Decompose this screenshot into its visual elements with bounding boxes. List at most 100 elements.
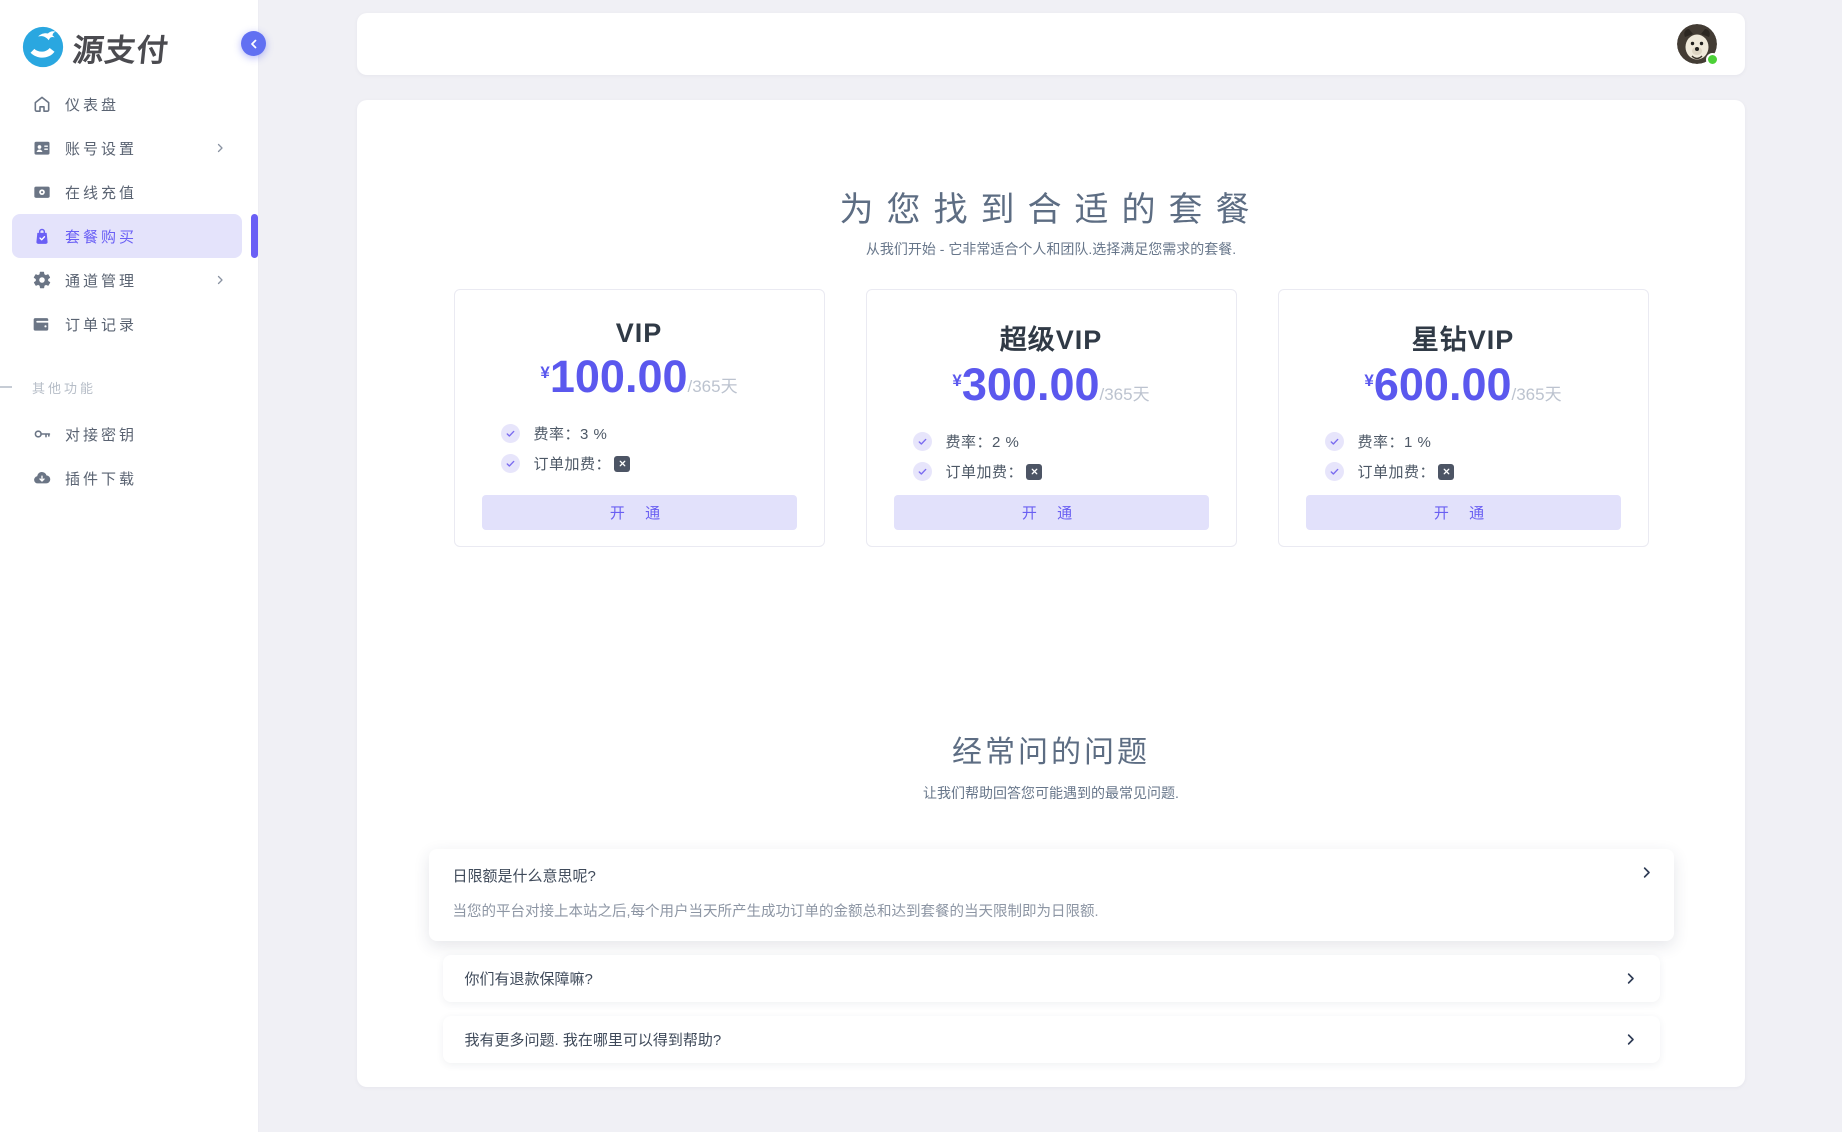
chevron-right-icon [1639, 865, 1654, 880]
online-status-dot [1706, 53, 1719, 66]
feature-label: 费率：1 % [1357, 434, 1432, 451]
plan-name: 超级VIP [999, 325, 1103, 355]
sidebar-item-label: 通道管理 [65, 272, 138, 290]
chevron-right-icon [214, 274, 226, 286]
check-circle [912, 432, 932, 451]
sidebar-item-extra-1[interactable]: 插件下载 [12, 456, 242, 500]
check-icon [917, 466, 928, 477]
sidebar-item-label: 对接密钥 [65, 426, 138, 444]
pricing-plans: VIP ¥100.00/365天 费率：3 % 订单加费：开 通超级VIP ¥300.0… [357, 289, 1745, 547]
feature-label: 费率：3 % [533, 426, 608, 443]
plan-name: 星钻VIP [1411, 325, 1515, 355]
faq-question: 日限额是什么意思呢? [452, 868, 596, 885]
sidebar-item-main-0[interactable]: 仪表盘 [12, 82, 242, 126]
plan-period: /365天 [1511, 385, 1562, 404]
recharge-icon [32, 182, 52, 202]
plan-features: 费率：3 % 订单加费： [500, 423, 824, 474]
x-icon [1030, 467, 1039, 476]
feature-label: 费率：2 % [945, 434, 1020, 451]
faq-question: 你们有退款保障嘛? [464, 971, 593, 988]
chevron-right-icon [1623, 971, 1638, 986]
sidebar-item-label: 账号设置 [65, 140, 138, 158]
sidebar-item-label: 套餐购买 [65, 228, 138, 246]
sidebar-item-main-1[interactable]: 账号设置 [12, 126, 242, 170]
sidebar-menu: 仪表盘账号设置在线充值套餐购买通道管理订单记录其他功能对接密钥插件下载 [0, 82, 258, 500]
sidebar-item-main-4[interactable]: 通道管理 [12, 258, 242, 302]
plan-price-row: ¥100.00/365天 [455, 351, 824, 403]
plan-features: 费率：2 % 订单加费： [912, 431, 1236, 482]
faq-list: 日限额是什么意思呢? 当您的平台对接上本站之后,每个用户当天所产生成功订单的金额总… [357, 849, 1745, 1063]
feature-label: 订单加费： [533, 456, 612, 473]
plan-price: 100.00 [549, 351, 688, 402]
check-circle [912, 462, 932, 481]
sidebar-item-main-3[interactable]: 套餐购买 [12, 214, 258, 258]
main-panel: 为您找到合适的套餐 从我们开始 - 它非常适合个人和团队.选择满足您需求的套餐.… [357, 100, 1745, 1087]
sidebar-section: 其他功能 [0, 378, 258, 396]
feature-label: 订单加费： [1357, 464, 1436, 481]
check-icon [917, 436, 928, 447]
logo-text: 源支付 [70, 32, 171, 68]
plan-features: 费率：1 % 订单加费： [1324, 431, 1648, 482]
x-square-icon [614, 455, 631, 472]
feature-row: 费率：3 % [500, 423, 824, 444]
plan-card-1: 超级VIP ¥300.00/365天费率：2 % 订单加费： 开 通 [865, 289, 1237, 547]
faq-item-2[interactable]: 我有更多问题. 我在哪里可以得到帮助? [442, 1016, 1660, 1063]
wallet-icon [32, 314, 52, 334]
topbar [357, 13, 1745, 75]
user-avatar[interactable] [1677, 24, 1719, 66]
section-dash [0, 386, 12, 388]
faq-title: 经常问的问题 [952, 736, 1150, 769]
gear-icon [32, 270, 52, 290]
sidebar-item-label: 在线充值 [65, 184, 138, 202]
faq-item-0[interactable]: 日限额是什么意思呢? 当您的平台对接上本站之后,每个用户当天所产生成功订单的金额总… [428, 849, 1674, 941]
plan-price-row: ¥300.00/365天 [867, 359, 1236, 411]
plan-period: /365天 [687, 377, 738, 396]
sidebar-item-label: 订单记录 [65, 316, 138, 334]
chevron-left-icon [248, 38, 260, 50]
plan-price-row: ¥600.00/365天 [1279, 359, 1648, 411]
x-square-icon [1438, 463, 1455, 480]
sidebar-item-main-2[interactable]: 在线充值 [12, 170, 242, 214]
x-icon [1442, 467, 1451, 476]
plan-name: VIP [615, 318, 663, 348]
shopping-bag-icon [32, 226, 52, 246]
faq-item-1[interactable]: 你们有退款保障嘛? [442, 955, 1660, 1002]
open-plan-button[interactable]: 开 通 [481, 495, 797, 530]
check-icon [1329, 436, 1340, 447]
feature-row: 订单加费： [912, 461, 1236, 482]
sidebar-item-main-5[interactable]: 订单记录 [12, 302, 242, 346]
chevron-right-icon [214, 142, 226, 154]
sidebar-item-label: 插件下载 [65, 470, 138, 488]
plan-period: /365天 [1099, 385, 1150, 404]
plan-card-0: VIP ¥100.00/365天费率：3 % 订单加费： 开 通 [453, 289, 825, 547]
id-card-icon [32, 138, 52, 158]
check-circle [500, 424, 520, 443]
sidebar-collapse-button[interactable] [241, 31, 266, 56]
currency-symbol: ¥ [1364, 371, 1374, 390]
feature-row: 费率：2 % [912, 431, 1236, 452]
feature-row: 费率：1 % [1324, 431, 1648, 452]
key-icon [32, 424, 52, 444]
pricing-subtitle: 从我们开始 - 它非常适合个人和团队.选择满足您需求的套餐. [865, 241, 1237, 257]
sidebar-item-extra-0[interactable]: 对接密钥 [12, 412, 242, 456]
open-plan-button[interactable]: 开 通 [893, 495, 1209, 530]
cloud-download-icon [32, 468, 52, 488]
feature-row: 订单加费： [1324, 461, 1648, 482]
check-circle [1324, 432, 1344, 451]
chevron-right-icon [1623, 1032, 1638, 1047]
open-plan-button[interactable]: 开 通 [1305, 495, 1621, 530]
sidebar-item-label: 仪表盘 [65, 96, 120, 114]
faq-answer: 当您的平台对接上本站之后,每个用户当天所产生成功订单的金额总和达到套餐的当天限制… [452, 904, 1099, 920]
check-circle [1324, 462, 1344, 481]
plan-card-2: 星钻VIP ¥600.00/365天费率：1 % 订单加费： 开 通 [1277, 289, 1649, 547]
plan-price: 600.00 [1373, 359, 1512, 410]
faq-question: 我有更多问题. 我在哪里可以得到帮助? [464, 1032, 722, 1049]
check-icon [505, 458, 516, 469]
logo-link[interactable]: 源支付 [20, 24, 171, 70]
currency-symbol: ¥ [952, 371, 962, 390]
check-icon [505, 428, 516, 439]
pricing-title: 为您找到合适的套餐 [839, 191, 1263, 229]
feature-row: 订单加费： [500, 453, 824, 474]
sidebar: 源支付 仪表盘账号设置在线充值套餐购买通道管理订单记录其他功能对接密钥插件下载 [0, 0, 266, 1132]
check-circle [500, 454, 520, 473]
